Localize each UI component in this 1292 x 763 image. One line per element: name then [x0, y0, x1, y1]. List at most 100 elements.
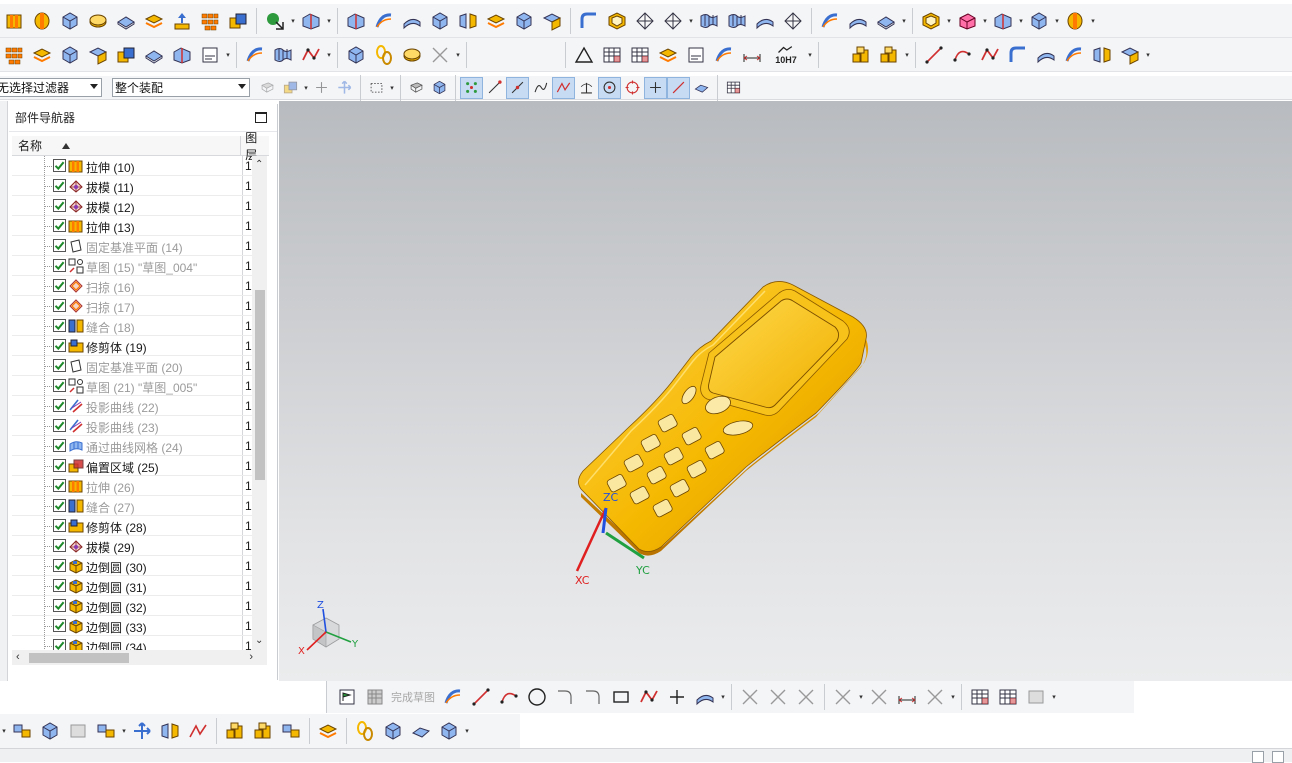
datum-button[interactable] [261, 7, 289, 35]
feature-row[interactable]: 修剪体 (28) 1 [12, 516, 252, 536]
tolerance-dropdown-icon[interactable]: ▾ [806, 51, 814, 59]
sketch-point-button[interactable] [663, 683, 691, 711]
rectangle-select-button[interactable] [365, 77, 388, 99]
tag-button[interactable] [84, 41, 112, 69]
point-set-button[interactable] [0, 41, 28, 69]
visibility-checkbox[interactable] [53, 399, 66, 412]
pad-button[interactable] [140, 7, 168, 35]
select-dim-2-dropdown-icon[interactable]: ▾ [302, 84, 310, 92]
geometric-constraint-button[interactable] [865, 683, 893, 711]
studio-spline-button[interactable] [976, 41, 1004, 69]
wave-link-button[interactable] [221, 717, 249, 745]
replace-component-button[interactable] [168, 41, 196, 69]
auto-constrain-button[interactable] [921, 683, 949, 711]
snap-enable-button[interactable] [460, 76, 483, 99]
rapid-dimension-button[interactable] [893, 683, 921, 711]
section-analysis-button[interactable] [297, 41, 325, 69]
intersection-curve-dropdown-icon[interactable]: ▾ [1144, 51, 1152, 59]
snap-midpoint-button[interactable] [506, 76, 529, 99]
dimension-button[interactable] [738, 41, 766, 69]
feature-row[interactable]: 修剪体 (19) 1 [12, 336, 252, 356]
visibility-checkbox[interactable] [53, 579, 66, 592]
trim-body-button[interactable] [342, 7, 370, 35]
reference-set-button[interactable] [277, 717, 305, 745]
finish-sketch-label[interactable]: 完成草图 [391, 689, 435, 705]
finish-sketch-icon-button[interactable] [361, 683, 389, 711]
through-curve-mesh-button[interactable] [723, 7, 751, 35]
visibility-checkbox[interactable] [53, 339, 66, 352]
snap-grid-button[interactable] [722, 77, 745, 99]
select-dim-1-button[interactable] [256, 77, 279, 99]
feature-row[interactable]: 偏置区域 (25) 1 [12, 456, 252, 476]
snap-center-button[interactable] [598, 76, 621, 99]
face-select-button[interactable] [428, 77, 451, 99]
text-dropdown-icon[interactable]: ▾ [224, 51, 232, 59]
datum-dropdown-icon[interactable]: ▾ [289, 17, 297, 25]
visibility-checkbox[interactable] [53, 299, 66, 312]
snap-intersection-button[interactable] [552, 76, 575, 99]
snap-quadrant-button[interactable] [621, 77, 644, 99]
create-array-dropdown-icon[interactable]: ▾ [120, 727, 128, 735]
select-dim-2-button[interactable] [279, 77, 302, 99]
delay-evaluation-button[interactable] [1022, 683, 1050, 711]
law-extension-button[interactable] [844, 7, 872, 35]
sketch-fillet-button[interactable] [551, 683, 579, 711]
interference-button[interactable] [351, 717, 379, 745]
split-body-dropdown-icon[interactable]: ▾ [325, 17, 333, 25]
feature-row[interactable]: 边倒圆 (34) 1 [12, 636, 252, 650]
visibility-checkbox[interactable] [53, 499, 66, 512]
feature-row[interactable]: 缝合 (18) 1 [12, 316, 252, 336]
explode-view-button[interactable] [314, 717, 342, 745]
symbol-button[interactable] [626, 41, 654, 69]
extract-button[interactable] [510, 7, 538, 35]
wave-geometry-button[interactable] [249, 717, 277, 745]
feature-tool-1-dropdown-icon[interactable]: ▾ [945, 17, 953, 25]
studio-surface-button[interactable] [751, 7, 779, 35]
navigator-vertical-scrollbar[interactable]: ⌃ ⌄ [252, 156, 267, 650]
offset-face-button[interactable] [426, 7, 454, 35]
selection-filter-select[interactable]: 无选择过滤器 [0, 78, 102, 97]
intersection-curve-button[interactable] [1116, 41, 1144, 69]
visibility-checkbox[interactable] [53, 639, 66, 650]
through-curves-button[interactable] [695, 7, 723, 35]
new-component-button[interactable] [36, 717, 64, 745]
visibility-checkbox[interactable] [53, 459, 66, 472]
visibility-checkbox[interactable] [53, 239, 66, 252]
feature-row[interactable]: 拔模 (11) 1 [12, 176, 252, 196]
feature-row[interactable]: 固定基准平面 (20) 1 [12, 356, 252, 376]
delay-evaluation-dropdown-icon[interactable]: ▾ [1050, 693, 1058, 701]
sketch-button[interactable] [333, 683, 361, 711]
visibility-checkbox[interactable] [53, 359, 66, 372]
pattern-feature-button[interactable] [196, 7, 224, 35]
visibility-checkbox[interactable] [53, 319, 66, 332]
create-array-button[interactable] [92, 717, 120, 745]
boss-button[interactable] [112, 7, 140, 35]
feature-row[interactable]: 边倒圆 (33) 1 [12, 616, 252, 636]
section-analysis-dropdown-icon[interactable]: ▾ [325, 51, 333, 59]
draft-button[interactable] [631, 7, 659, 35]
text-button[interactable] [196, 41, 224, 69]
line-button[interactable] [920, 41, 948, 69]
emboss-button[interactable] [168, 7, 196, 35]
sketch-polygon-button[interactable] [635, 683, 663, 711]
feature-tool-4-button[interactable] [1025, 7, 1053, 35]
edge-blend-button[interactable] [538, 7, 566, 35]
bearing-button[interactable] [398, 41, 426, 69]
visibility-checkbox[interactable] [53, 539, 66, 552]
rectangle-select-dropdown-icon[interactable]: ▾ [388, 84, 396, 92]
arc-button[interactable] [948, 41, 976, 69]
layer-button[interactable] [28, 41, 56, 69]
split-body-button[interactable] [297, 7, 325, 35]
sketch-constraint-dropdown-icon[interactable]: ▾ [857, 693, 865, 701]
feature-row[interactable]: 边倒圆 (31) 1 [12, 576, 252, 596]
body-select-button[interactable] [405, 77, 428, 99]
continuous-auto-dim-button[interactable] [994, 683, 1022, 711]
clearance-dropdown-icon[interactable]: ▾ [454, 51, 462, 59]
make-corner-button[interactable] [792, 683, 820, 711]
offset-curve-button[interactable] [1032, 41, 1060, 69]
feature-row[interactable]: 扫掠 (17) 1 [12, 296, 252, 316]
scroll-up-icon[interactable]: ⌃ [255, 160, 263, 170]
surface-finish-button[interactable] [654, 41, 682, 69]
extrude-button[interactable] [0, 7, 28, 35]
feature-row[interactable]: 拔模 (29) 1 [12, 536, 252, 556]
